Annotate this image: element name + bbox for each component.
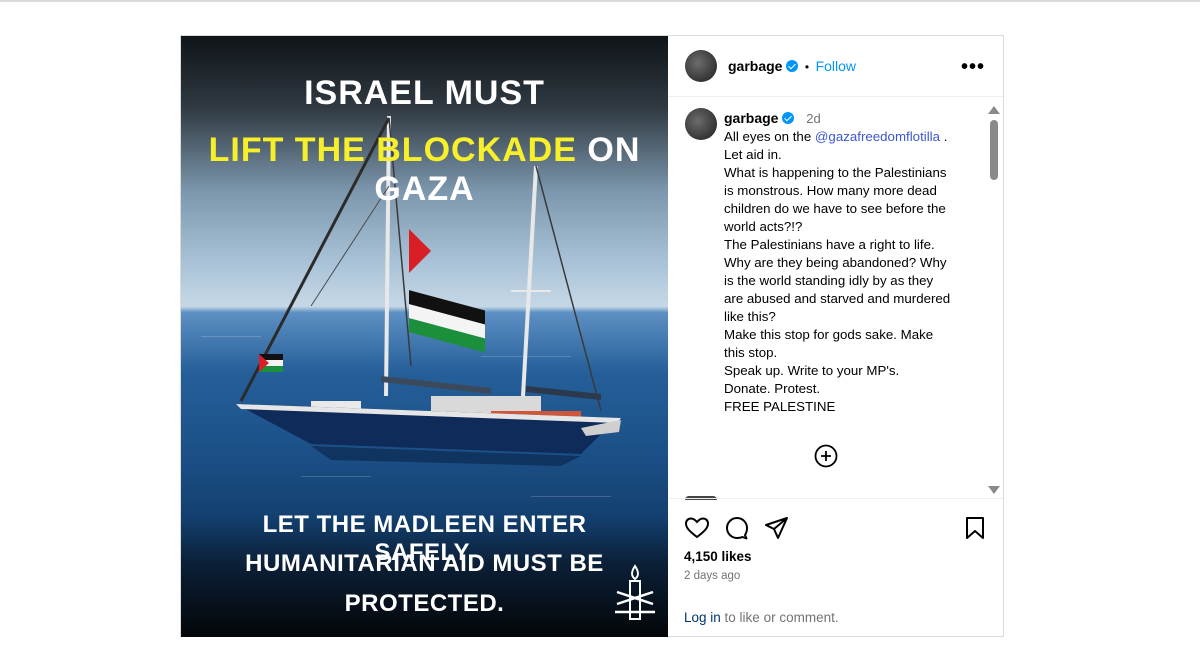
caption-line-6: world acts?!? — [724, 219, 803, 234]
caption-line-3: What is happening to the Palestinians — [724, 165, 947, 180]
caption-line-13: this stop. — [724, 345, 778, 360]
actions-divider — [668, 498, 1003, 499]
caption-line-1: All eyes on the @gazafreedomflotilla . — [724, 128, 974, 146]
plus-circle-icon[interactable] — [814, 444, 838, 468]
caption-line-2: Let aid in. — [724, 147, 782, 162]
caption-line-7: The Palestinians have a right to life. — [724, 237, 935, 252]
top-divider — [0, 0, 1200, 2]
username-link[interactable]: garbage — [728, 58, 782, 74]
caption-line-14: Speak up. Write to your MP's. — [724, 363, 900, 378]
caption-avatar[interactable] — [685, 108, 717, 140]
headline-line-2: LIFT THE BLOCKADE ON GAZA — [181, 131, 668, 209]
follow-button[interactable]: Follow — [816, 58, 856, 74]
post-time[interactable]: 2 days ago — [684, 570, 740, 582]
caption-line-text: All eyes on the — [724, 129, 815, 144]
post-image[interactable]: ISRAEL MUST LIFT THE BLOCKADE ON GAZA LE… — [181, 36, 668, 637]
bookmark-icon[interactable] — [964, 516, 986, 540]
comment-icon[interactable] — [724, 516, 750, 540]
scrollbar[interactable] — [988, 106, 1000, 496]
mention-link[interactable]: @gazafreedomflotilla — [815, 129, 940, 144]
footer-line-2: HUMANITARIAN AID MUST BE — [245, 550, 604, 577]
post-header: garbage • Follow ••• — [668, 36, 1003, 97]
more-horizontal-icon[interactable]: ••• — [961, 56, 985, 79]
headline-line-1: ISRAEL MUST — [304, 74, 545, 112]
login-prompt-text: to like or comment. — [720, 610, 839, 625]
separator-dot: • — [804, 60, 810, 74]
share-icon[interactable] — [764, 516, 790, 540]
caption-line-11: like this? — [724, 309, 776, 324]
amnesty-candle-icon — [615, 564, 655, 620]
caption-line-9: is the world standing idly by as they — [724, 273, 934, 288]
login-prompt: Log in to like or comment. — [684, 610, 839, 625]
header-user: garbage • Follow — [728, 58, 856, 76]
caption-line-16: FREE PALESTINE — [724, 399, 836, 414]
caption-line-10: are abused and starved and murdered — [724, 291, 951, 306]
avatar[interactable] — [685, 50, 717, 82]
caption-username[interactable]: garbage — [724, 110, 778, 126]
caption-line-5: children do we have to see before the — [724, 201, 946, 216]
likes-count[interactable]: 4,150 likes — [684, 549, 752, 564]
caption-text: All eyes on the @gazafreedomflotilla . L… — [724, 128, 974, 416]
verified-badge-icon — [782, 112, 795, 124]
caption-line-4: is monstrous. How many more dead — [724, 183, 937, 198]
login-link[interactable]: Log in — [684, 610, 721, 625]
verified-badge-icon — [786, 60, 799, 72]
caption-line-15: Donate. Protest. — [724, 381, 821, 396]
footer-line-3: PROTECTED. — [344, 590, 505, 617]
post-sidebar: garbage • Follow ••• garbage 2d All eyes… — [668, 36, 1003, 636]
caption-line-12: Make this stop for gods sake. Make — [724, 327, 934, 342]
caption-line-8: Why are they being abandoned? Why — [724, 255, 947, 270]
caption-time[interactable]: 2d — [806, 111, 820, 126]
mention-suffix: . — [940, 129, 948, 144]
caption-header: garbage 2d — [724, 110, 821, 126]
heart-icon[interactable] — [684, 516, 710, 540]
headline-highlight: LIFT THE BLOCKADE — [208, 131, 577, 169]
